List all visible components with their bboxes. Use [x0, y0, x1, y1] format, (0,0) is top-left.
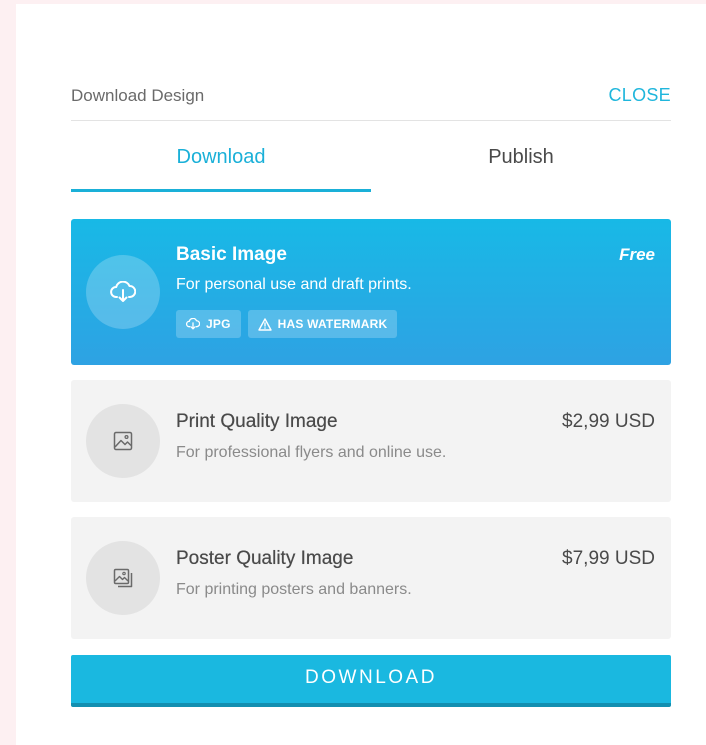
- tab-bar: Download Publish: [71, 137, 671, 192]
- watermark-badge: HAS WATERMARK: [247, 310, 398, 338]
- option-price: $2,99 USD: [562, 411, 655, 432]
- option-description: For professional flyers and online use.: [176, 444, 447, 461]
- tab-publish[interactable]: Publish: [371, 137, 671, 189]
- option-title: Poster Quality Image: [176, 548, 354, 569]
- option-basic-image[interactable]: Basic Image For personal use and draft p…: [71, 219, 671, 365]
- image-icon: [86, 404, 160, 478]
- format-badge-label: JPG: [206, 317, 231, 331]
- option-description: For personal use and draft prints.: [176, 276, 412, 293]
- option-poster-quality-image[interactable]: Poster Quality Image For printing poster…: [71, 517, 671, 639]
- warning-icon: [257, 317, 272, 331]
- poster-image-icon: [86, 541, 160, 615]
- option-description: For printing posters and banners.: [176, 581, 412, 598]
- option-price: Free: [619, 245, 655, 264]
- format-badge: JPG: [176, 310, 241, 338]
- modal-header: Download Design CLOSE: [71, 84, 671, 121]
- close-button[interactable]: CLOSE: [608, 85, 671, 106]
- cloud-download-icon: [86, 255, 160, 329]
- option-title: Print Quality Image: [176, 411, 338, 432]
- option-print-quality-image[interactable]: Print Quality Image For professional fly…: [71, 380, 671, 502]
- option-badges: JPG HAS WATERMARK: [176, 310, 398, 338]
- tab-download[interactable]: Download: [71, 137, 371, 192]
- modal-title: Download Design: [71, 86, 205, 105]
- watermark-badge-label: HAS WATERMARK: [277, 317, 388, 331]
- option-title: Basic Image: [176, 244, 287, 265]
- download-design-modal: Download Design CLOSE Download Publish B…: [16, 4, 706, 745]
- option-price: $7,99 USD: [562, 548, 655, 569]
- cloud-download-icon: [186, 318, 200, 330]
- download-button[interactable]: DOWNLOAD: [71, 655, 671, 707]
